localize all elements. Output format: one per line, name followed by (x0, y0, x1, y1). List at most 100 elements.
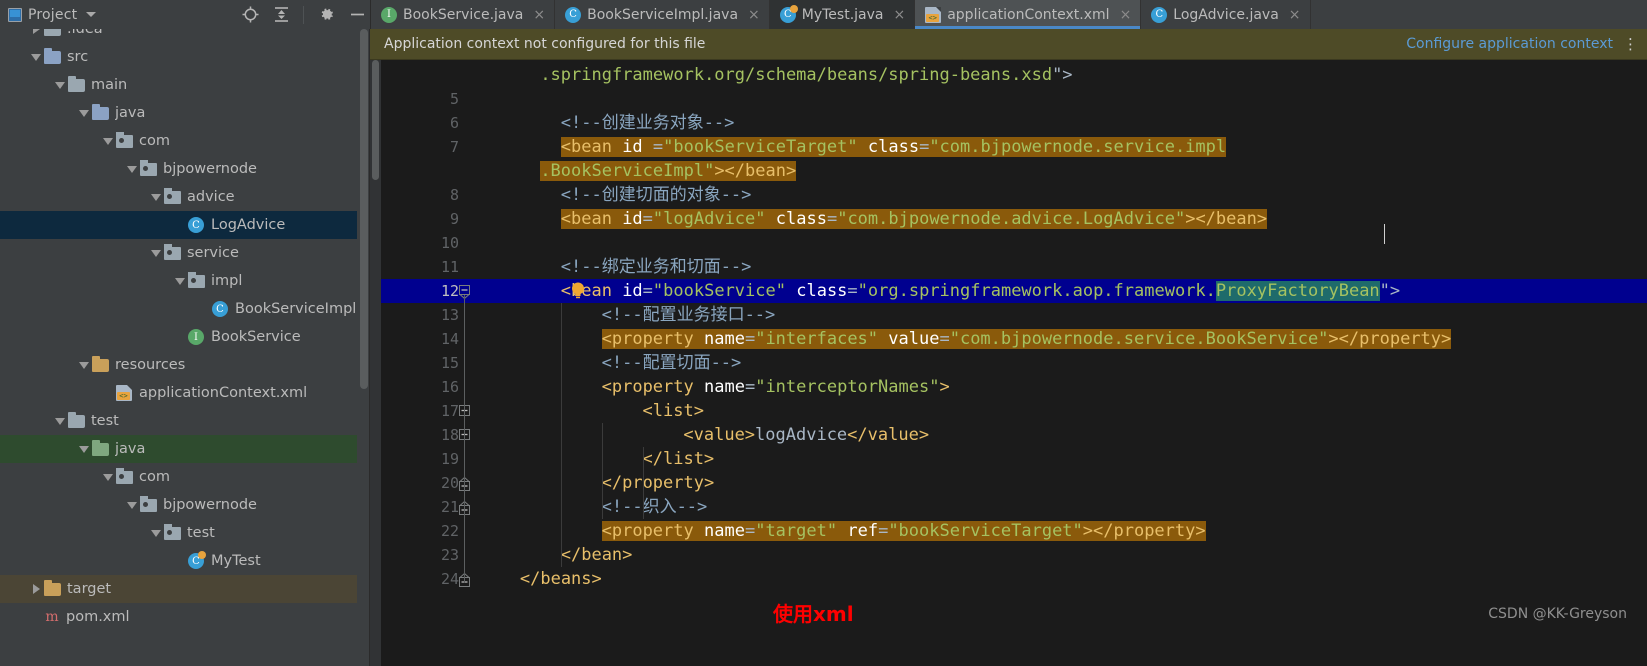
tree-item-impl[interactable]: impl (0, 267, 369, 295)
tree-item-com[interactable]: com (0, 463, 369, 491)
code-line[interactable]: <value>logAdvice</value> (683, 423, 929, 447)
code-line[interactable]: <bean id ="bookServiceTarget" class="com… (560, 135, 1227, 159)
tree-item-test[interactable]: test (0, 407, 369, 435)
code-token: = (826, 209, 838, 229)
tree-item-test[interactable]: test (0, 519, 369, 547)
collapse-arrow-icon[interactable] (100, 137, 116, 145)
collapse-arrow-icon[interactable] (52, 81, 68, 89)
tree-item-main[interactable]: main (0, 71, 369, 99)
code-line[interactable]: <!--创建切面的对象--> (561, 183, 752, 207)
code-line[interactable]: <!--配置切面--> (602, 351, 742, 375)
project-tree[interactable]: .idea src main java com bjpowernode advice C Log… (0, 29, 370, 666)
code-line[interactable]: </property> (602, 471, 715, 495)
folder-icon (44, 47, 61, 64)
project-title-group[interactable]: Project (8, 7, 97, 23)
code-line[interactable]: <list> (643, 399, 704, 423)
code-line[interactable]: </list> (643, 447, 715, 471)
collapse-arrow-icon[interactable] (148, 249, 164, 257)
close-tab-icon[interactable]: × (533, 8, 545, 22)
tree-item-java[interactable]: java (0, 99, 369, 127)
line-number: 8 (449, 186, 459, 204)
configure-application-context-link[interactable]: Configure application context (1406, 36, 1613, 52)
collapse-arrow-icon[interactable] (100, 473, 116, 481)
close-tab-icon[interactable]: × (1289, 8, 1301, 22)
editor-tab-applicationcontext-xml[interactable]: <> applicationContext.xml × (915, 0, 1142, 29)
tree-item-mytest[interactable]: C MyTest (0, 547, 369, 575)
tab-label: applicationContext.xml (947, 6, 1110, 23)
locate-icon[interactable] (241, 6, 259, 24)
tree-item-logadvice[interactable]: C LogAdvice (0, 211, 369, 239)
code-line[interactable]: <property name="target" ref="bookService… (601, 519, 1206, 543)
tree-item-bjpowernode[interactable]: bjpowernode (0, 155, 369, 183)
hide-window-icon[interactable] (348, 6, 366, 24)
collapse-arrow-icon[interactable] (52, 417, 68, 425)
expand-arrow-icon[interactable] (28, 584, 44, 594)
project-tree-scrollbar[interactable] (357, 29, 369, 666)
code-token: "interceptorNames" (755, 377, 940, 397)
collapse-arrow-icon[interactable] (76, 109, 92, 117)
collapse-all-icon[interactable] (272, 6, 290, 24)
close-tab-icon[interactable]: × (893, 8, 905, 22)
code-line[interactable]: <!--创建业务对象--> (561, 111, 735, 135)
code-line[interactable]: .springframework.org/schema/beans/spring… (540, 63, 1072, 87)
collapse-arrow-icon[interactable] (148, 529, 164, 537)
indent-guide (560, 303, 562, 567)
code-line[interactable]: <bean id="logAdvice" class="com.bjpowern… (560, 207, 1268, 231)
code-line[interactable]: <!--织入--> (602, 495, 708, 519)
tree-item-bjpowernode[interactable]: bjpowernode (0, 491, 369, 519)
gear-icon[interactable] (317, 6, 335, 24)
tree-item-bookservice[interactable]: I BookService (0, 323, 369, 351)
main-body: .idea src main java com bjpowernode advice C Log… (0, 29, 1647, 666)
collapse-arrow-icon[interactable] (76, 445, 92, 453)
editor-tab-bookservice-java[interactable]: I BookService.java × (371, 0, 556, 29)
tab-label: MyTest.java (801, 6, 884, 23)
code-line[interactable]: .BookServiceImpl"></bean> (540, 159, 797, 183)
code-line[interactable]: <!--配置业务接口--> (602, 303, 776, 327)
tree-item-applicationcontextxml[interactable]: <> applicationContext.xml (0, 379, 369, 407)
code-line[interactable]: </beans> (520, 567, 602, 591)
code-line[interactable]: <property name="interfaces" value="com.b… (601, 327, 1452, 351)
scrollbar-thumb[interactable] (360, 29, 368, 389)
tree-item-java[interactable]: java (0, 435, 369, 463)
line-number: 15 (440, 354, 459, 372)
intention-bulb-icon[interactable] (571, 282, 584, 300)
collapse-arrow-icon[interactable] (76, 361, 92, 369)
code-line[interactable]: <!--绑定业务和切面--> (561, 255, 752, 279)
tree-item-target[interactable]: target (0, 575, 369, 603)
close-tab-icon[interactable]: × (748, 8, 760, 22)
tree-item-advice[interactable]: advice (0, 183, 369, 211)
tree-item-src[interactable]: src (0, 43, 369, 71)
editor-tab-bookserviceimpl-java[interactable]: C BookServiceImpl.java × (555, 0, 770, 29)
chevron-down-icon[interactable] (86, 12, 97, 17)
package-icon (116, 131, 133, 148)
tree-item-com[interactable]: com (0, 127, 369, 155)
close-tab-icon[interactable]: × (1120, 8, 1132, 22)
notification-menu-icon[interactable]: ⋮ (1623, 35, 1639, 53)
collapse-arrow-icon[interactable] (124, 165, 140, 173)
editor-left-scrollbar[interactable] (370, 60, 381, 666)
collapse-arrow-icon[interactable] (172, 277, 188, 285)
csdn-watermark: CSDN @KK-Greyson (1488, 606, 1627, 622)
collapse-arrow-icon[interactable] (28, 53, 44, 61)
code-token: = (919, 137, 930, 157)
tree-item-bookserviceimpl[interactable]: C BookServiceImpl (0, 295, 369, 323)
code-line[interactable]: <property name="interceptorNames"> (602, 375, 950, 399)
tree-item-idea[interactable]: .idea (0, 29, 369, 43)
scrollbar-thumb[interactable] (372, 60, 379, 180)
line-number: 24 (440, 570, 459, 588)
expand-arrow-icon[interactable] (28, 29, 44, 34)
tree-item-pomxml[interactable]: m pom.xml (0, 603, 369, 631)
code-token (611, 209, 623, 229)
line-number-gutter[interactable]: 5 6 7 8 9 10 11 12 13 14 15 16 17 18 19 20 21 22 23 24 (381, 60, 471, 666)
code-text-area[interactable]: .springframework.org/schema/beans/spring… (471, 60, 1647, 666)
collapse-arrow-icon[interactable] (148, 193, 164, 201)
code-token: ></bean> (1185, 209, 1268, 229)
tree-item-resources[interactable]: resources (0, 351, 369, 379)
collapse-arrow-icon[interactable] (124, 501, 140, 509)
tree-item-service[interactable]: service (0, 239, 369, 267)
editor-tab-mytest-java[interactable]: C MyTest.java × (769, 0, 916, 29)
code-line[interactable]: </bean> (561, 543, 633, 567)
code-line[interactable]: <bean id="bookService" class="org.spring… (561, 279, 1400, 303)
editor-tab-logadvice-java[interactable]: C LogAdvice.java × (1141, 0, 1311, 29)
code-token: <list> (642, 401, 704, 421)
